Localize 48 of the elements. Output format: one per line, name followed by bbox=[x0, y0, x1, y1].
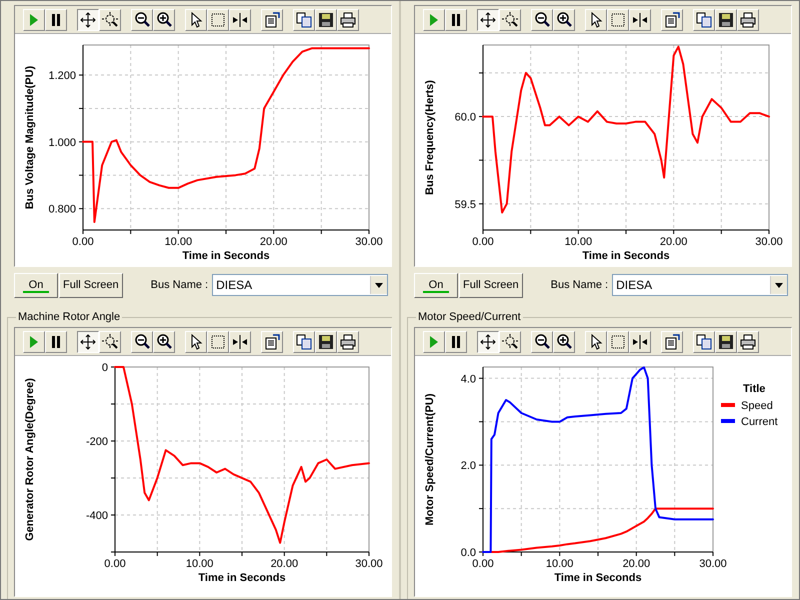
tick-label: 0.00 bbox=[72, 236, 94, 248]
tick-label: 1.200 bbox=[48, 70, 76, 82]
group-title: Motor Speed/Current bbox=[417, 311, 522, 323]
tick-label: 20.00 bbox=[260, 236, 288, 248]
legend-label: Speed bbox=[741, 400, 773, 412]
tick-label: 2.0 bbox=[460, 460, 476, 472]
bus-name-dropdown[interactable]: DIESA bbox=[212, 274, 388, 296]
tick-label: 0.800 bbox=[48, 204, 76, 216]
axis-title: Time in Seconds bbox=[198, 572, 286, 584]
tick-label: -200 bbox=[86, 436, 108, 448]
full-screen-button[interactable]: Full Screen bbox=[59, 272, 123, 298]
tick-label: 20.00 bbox=[660, 236, 688, 248]
axis-title: Time in Seconds bbox=[554, 572, 642, 584]
tick-label: 0.00 bbox=[104, 558, 126, 570]
bus-name-label: Bus Name : bbox=[150, 279, 208, 291]
tick-label: 10.00 bbox=[546, 558, 574, 570]
bus-name-dropdown[interactable]: DIESA bbox=[612, 274, 788, 296]
axis-title: Bus Frequency(Herts) bbox=[424, 80, 436, 195]
full-screen-button[interactable]: Full Screen bbox=[459, 272, 523, 298]
tick-label: 10.00 bbox=[164, 236, 192, 248]
tick-label: 1.000 bbox=[48, 136, 76, 149]
on-button[interactable]: On bbox=[414, 272, 458, 298]
tick-label: -400 bbox=[86, 510, 108, 522]
tick-label: 0 bbox=[102, 362, 108, 374]
axis-title: Generator Rotor Angle(Degree) bbox=[24, 378, 36, 541]
tick-label: 10.00 bbox=[186, 558, 214, 570]
axis-title: Time in Seconds bbox=[182, 250, 270, 262]
bus-name-label: Bus Name : bbox=[550, 279, 608, 291]
tick-label: 30.00 bbox=[355, 236, 383, 248]
tick-label: 60.0 bbox=[454, 112, 476, 124]
tick-label: 30.00 bbox=[755, 236, 783, 248]
tick-label: 59.5 bbox=[454, 198, 476, 211]
on-button[interactable]: On bbox=[14, 272, 58, 298]
legend-label: Current bbox=[741, 416, 778, 428]
tick-label: 0.0 bbox=[460, 547, 476, 559]
tick-label: 30.00 bbox=[699, 558, 727, 570]
axis-title: Bus Voltage Magnitude(PU) bbox=[24, 66, 36, 210]
tick-label: 4.0 bbox=[460, 373, 476, 386]
group-title: Machine Rotor Angle bbox=[17, 311, 122, 323]
tick-label: 20.00 bbox=[270, 558, 298, 570]
tick-label: 20.00 bbox=[622, 558, 650, 570]
axis-title: Motor Speed/Current(PU) bbox=[424, 394, 436, 526]
tick-label: 30.00 bbox=[355, 558, 383, 570]
tick-label: 0.00 bbox=[472, 236, 494, 248]
legend-title: Title bbox=[743, 383, 766, 395]
tick-label: 10.00 bbox=[564, 236, 592, 248]
axis-title: Time in Seconds bbox=[582, 250, 670, 262]
tick-label: 0.00 bbox=[472, 558, 494, 570]
